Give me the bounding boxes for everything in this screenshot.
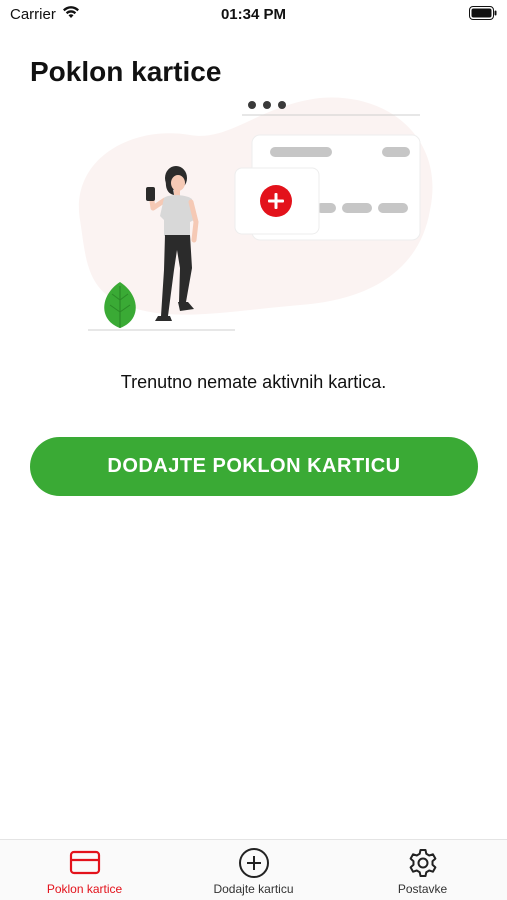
status-time: 01:34 PM [220, 6, 287, 23]
battery-icon [469, 6, 497, 20]
page-title: Poklon kartice [30, 56, 222, 87]
empty-state-illustration [78, 97, 433, 331]
empty-state-message: Trenutno nemate aktivnih kartica. [120, 372, 387, 392]
status-bar: Carrier 01:34 PM [0, 0, 507, 30]
credit-card-icon [68, 846, 102, 880]
gear-icon [406, 846, 440, 880]
tab-bar: Poklon kartice Dodajte karticu Postavke [0, 839, 507, 900]
tab-gift-cards[interactable]: Poklon kartice [0, 840, 169, 900]
tab-label: Poklon kartice [46, 882, 123, 896]
screen: Carrier 01:34 PM Poklon kartice Trenutno… [0, 0, 507, 900]
tab-label: Dodajte karticu [213, 882, 294, 896]
tab-settings[interactable]: Postavke [338, 840, 507, 900]
tab-add-card[interactable]: Dodajte karticu [169, 840, 338, 900]
add-gift-card-button[interactable]: DODAJTE POKLON KARTICU [30, 437, 478, 496]
plus-circle-icon [237, 846, 271, 880]
tab-label: Postavke [397, 882, 448, 896]
